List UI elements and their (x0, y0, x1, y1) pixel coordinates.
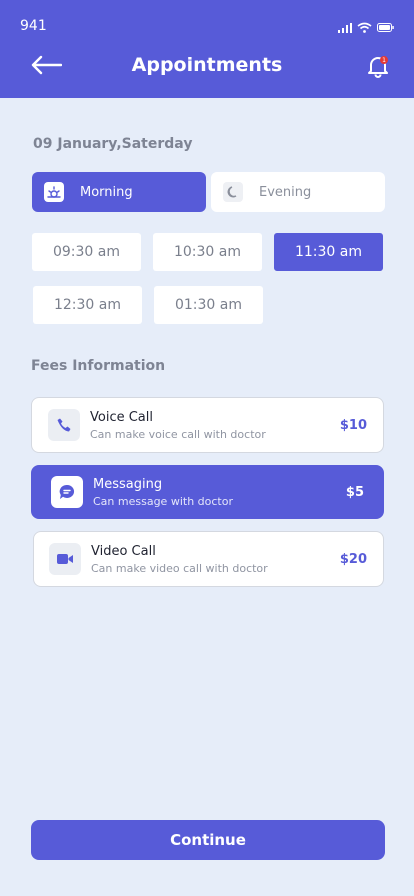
phone-icon (48, 409, 80, 441)
fee-price: $5 (345, 484, 364, 500)
fee-price: $20 (339, 551, 367, 567)
fee-video-call[interactable]: Video Call Can make video call with doct… (33, 531, 384, 587)
time-slot-1130[interactable]: 11:30 am (274, 233, 383, 271)
bell-icon: 1 (368, 56, 388, 78)
fee-name: Voice Call (90, 409, 153, 425)
moon-icon (223, 182, 243, 202)
fee-description: Can make video call with doctor (91, 561, 268, 575)
status-time: 941 (20, 18, 47, 34)
chat-icon (51, 476, 83, 508)
sun-icon (44, 182, 64, 202)
fee-description: Can make voice call with doctor (90, 427, 266, 441)
app-header: 941 Appointments 1 (0, 0, 414, 98)
video-icon (49, 543, 81, 575)
time-slot-0930[interactable]: 09:30 am (32, 233, 141, 271)
time-slot-0130[interactable]: 01:30 am (154, 286, 263, 324)
battery-icon (377, 23, 394, 32)
fee-name: Video Call (91, 543, 156, 559)
continue-button[interactable]: Continue (31, 820, 385, 860)
fee-messaging[interactable]: Messaging Can message with doctor $5 (31, 465, 384, 519)
notification-button[interactable]: 1 (366, 54, 390, 78)
period-evening-label: Evening (259, 184, 312, 200)
signal-icon (338, 22, 352, 33)
time-slot-1230[interactable]: 12:30 am (33, 286, 142, 324)
period-morning-label: Morning (80, 184, 133, 200)
notification-count: 1 (382, 57, 386, 64)
period-morning[interactable]: Morning (32, 172, 206, 212)
appointment-date: 09 January,Saterday (33, 136, 193, 152)
page-title: Appointments (131, 54, 283, 76)
fee-description: Can message with doctor (93, 494, 233, 508)
fees-section-title: Fees Information (31, 358, 166, 374)
fee-voice-call[interactable]: Voice Call Can make voice call with doct… (31, 397, 384, 453)
wifi-icon (357, 22, 372, 33)
fee-name: Messaging (93, 476, 163, 492)
fee-price: $10 (339, 417, 367, 433)
time-slot-1030[interactable]: 10:30 am (153, 233, 262, 271)
status-icons (338, 22, 394, 33)
period-evening[interactable]: Evening (211, 172, 385, 212)
